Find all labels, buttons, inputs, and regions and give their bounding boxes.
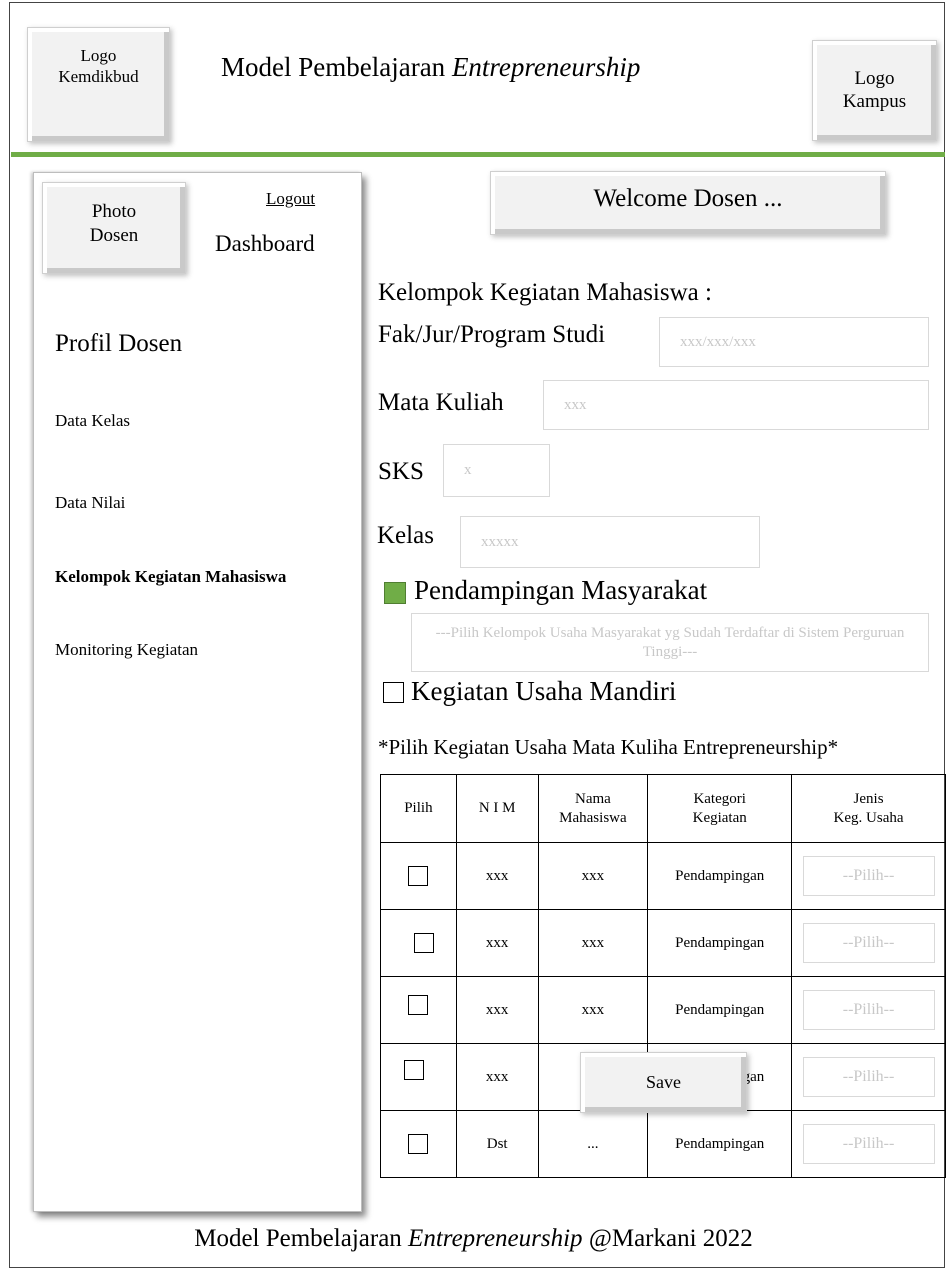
welcome-text: Welcome Dosen ... (593, 185, 783, 212)
row-kategori: Pendampingan (647, 842, 793, 910)
save-button[interactable]: Save (580, 1052, 747, 1113)
row-nama: xxx (537, 976, 649, 1044)
row-checkbox[interactable] (408, 995, 429, 1016)
table-row: xxx xxx Pendampingan --Pilih-- (380, 909, 946, 977)
logo-kampus-text: Logo Kampus (842, 67, 907, 112)
prodi-input[interactable] (659, 317, 929, 367)
sidebar (33, 172, 362, 1212)
logo-kampus: Logo Kampus (812, 40, 937, 141)
dosen-photo-text: Photo Dosen (89, 201, 139, 246)
row-nama: ... (537, 1110, 649, 1178)
row-jenis-select[interactable]: --Pilih-- (802, 1124, 935, 1164)
matkul-input[interactable] (543, 380, 929, 430)
table-row: Dst ... Pendampingan --Pilih-- (380, 1110, 946, 1178)
sidebar-item-data-nilai[interactable]: Data Nilai (55, 493, 125, 513)
kelompok-usaha-dropdown-text: ---Pilih Kelompok Usaha Masyarakat yg Su… (435, 624, 905, 660)
logo-kemdikbud: Logo Kemdikbud (27, 27, 170, 142)
row-nim: Dst (455, 1110, 539, 1178)
row-jenis-select[interactable]: --Pilih-- (802, 856, 935, 896)
app-title: Model Pembelajaran Entrepreneurship (221, 52, 640, 83)
col-jenis: Jenis Keg. Usaha (791, 774, 946, 843)
dashboard-label: Dashboard (215, 231, 315, 256)
footer-italic: Entrepreneurship (408, 1225, 583, 1252)
table-row: xxx xxx Pendampingan --Pilih-- (380, 842, 946, 910)
col-kategori: Kategori Kegiatan (647, 774, 793, 843)
pendampingan-label: Pendampingan Masyarakat (414, 575, 708, 605)
row-jenis-text: --Pilih-- (842, 867, 895, 884)
col-nim: N I M (455, 774, 539, 843)
save-button-label: Save (646, 1072, 681, 1092)
col-nama: Nama Mahasiswa (537, 774, 649, 843)
logo-kemdikbud-text: Logo Kemdikbud (58, 46, 139, 86)
footer-text: Model Pembelajaran Entrepreneurship @Mar… (0, 1225, 947, 1253)
row-checkbox[interactable] (404, 1060, 425, 1081)
prodi-label: Fak/Jur/Program Studi (378, 321, 606, 348)
logout-link[interactable]: Logout (266, 189, 315, 209)
app-title-plain: Model Pembelajaran (221, 52, 452, 82)
row-nama: xxx (537, 842, 649, 910)
row-kategori: Pendampingan (647, 1110, 793, 1178)
header-divider (11, 152, 945, 157)
row-jenis-select[interactable]: --Pilih-- (802, 923, 935, 963)
row-nama: xxx (537, 909, 649, 977)
row-nim: xxx (455, 976, 539, 1044)
row-jenis-select[interactable]: --Pilih-- (802, 990, 935, 1030)
sidebar-item-monitoring[interactable]: Monitoring Kegiatan (55, 640, 198, 660)
row-jenis-text: --Pilih-- (842, 1068, 895, 1085)
row-jenis-text: --Pilih-- (842, 1135, 895, 1152)
matkul-label: Mata Kuliah (378, 389, 504, 416)
section-title: Kelompok Kegiatan Mahasiswa : (378, 279, 712, 306)
footer-suffix: @Markani 2022 (582, 1225, 753, 1252)
dosen-photo: Photo Dosen (42, 182, 186, 274)
row-nim: xxx (455, 1043, 539, 1111)
table-row: xxx xxx Pendampingan --Pilih-- (380, 976, 946, 1044)
mandiri-label: Kegiatan Usaha Mandiri (411, 676, 677, 706)
kelompok-usaha-dropdown[interactable]: ---Pilih Kelompok Usaha Masyarakat yg Su… (411, 613, 929, 672)
row-checkbox[interactable] (408, 866, 429, 886)
footer-plain: Model Pembelajaran (194, 1225, 409, 1252)
mahasiswa-table: Pilih N I M Nama Mahasiswa Kategori Kegi… (380, 774, 946, 1178)
sks-input[interactable] (443, 444, 550, 497)
row-kategori: Pendampingan (647, 976, 793, 1044)
mandiri-checkbox[interactable] (383, 682, 404, 703)
sks-label: SKS (378, 458, 424, 485)
row-nim: xxx (455, 909, 539, 977)
pendampingan-checkbox-checked[interactable] (384, 582, 406, 604)
row-jenis-select[interactable]: --Pilih-- (802, 1057, 935, 1097)
row-checkbox[interactable] (408, 1134, 429, 1154)
kelas-label: Kelas (377, 522, 434, 549)
row-jenis-text: --Pilih-- (842, 934, 895, 951)
table-header-row: Pilih N I M Nama Mahasiswa Kategori Kegi… (380, 774, 946, 843)
welcome-banner: Welcome Dosen ... (490, 171, 886, 235)
row-checkbox[interactable] (414, 933, 435, 953)
row-jenis-text: --Pilih-- (842, 1001, 895, 1018)
kelas-input[interactable] (460, 516, 760, 568)
row-kategori: Pendampingan (647, 909, 793, 977)
app-title-italic: Entrepreneurship (451, 52, 641, 82)
col-pilih: Pilih (380, 774, 457, 843)
table-note: *Pilih Kegiatan Usaha Mata Kuliha Entrep… (378, 735, 839, 759)
sidebar-item-data-kelas[interactable]: Data Kelas (55, 411, 130, 431)
row-nim: xxx (455, 842, 539, 910)
sidebar-item-kelompok-kegiatan[interactable]: Kelompok Kegiatan Mahasiswa (55, 567, 286, 587)
sidebar-item-profil-dosen[interactable]: Profil Dosen (55, 330, 182, 358)
